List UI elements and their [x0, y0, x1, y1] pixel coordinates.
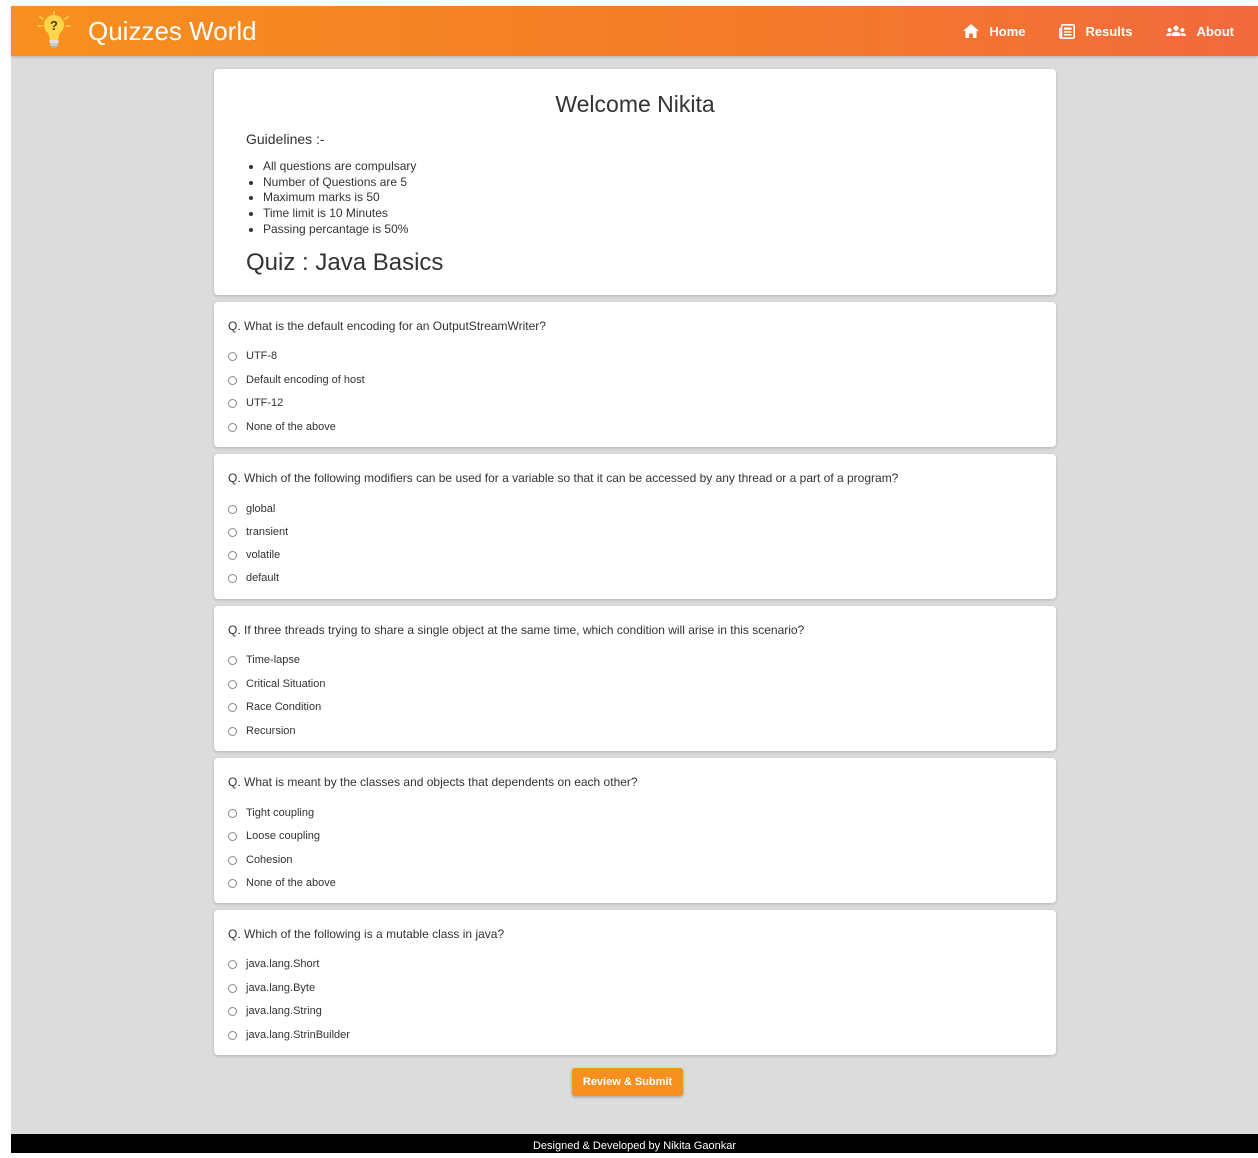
- radio-button[interactable]: [228, 959, 237, 969]
- answer-option[interactable]: None of the above: [228, 877, 336, 889]
- option-label: Cohesion: [246, 854, 293, 866]
- quiz-title: Quiz : Java Basics: [246, 249, 444, 276]
- radio-button[interactable]: [228, 808, 237, 818]
- nav-results[interactable]: Results: [1059, 24, 1132, 39]
- guideline-item: Maximum marks is 50: [263, 190, 416, 206]
- option-label: UTF-12: [246, 397, 284, 409]
- guideline-item: All questions are compulsary: [263, 159, 416, 175]
- answer-option[interactable]: volatile: [228, 549, 280, 561]
- radio-button[interactable]: [228, 983, 237, 993]
- answer-option[interactable]: Tight coupling: [228, 807, 314, 819]
- option-label: java.lang.Byte: [246, 982, 316, 994]
- option-label: None of the above: [246, 421, 336, 433]
- users-icon: [1166, 25, 1187, 36]
- nav-links: Home Results About: [953, 6, 1258, 56]
- footer: Designed & Developed by Nikita Gaonkar: [11, 1134, 1258, 1153]
- question-card: Q. Which of the following is a mutable c…: [214, 910, 1056, 1055]
- option-label: java.lang.Short: [246, 958, 320, 970]
- nav-results-label: Results: [1085, 23, 1133, 39]
- answer-option[interactable]: Default encoding of host: [228, 374, 365, 386]
- nav-home[interactable]: Home: [963, 24, 1025, 39]
- option-label: Default encoding of host: [246, 374, 365, 386]
- option-label: Recursion: [246, 725, 296, 737]
- option-label: Critical Situation: [246, 678, 326, 690]
- guidelines-list: All questions are compulsary Number of Q…: [246, 159, 416, 238]
- guidelines-title: Guidelines :-: [246, 131, 325, 147]
- radio-button[interactable]: [228, 679, 237, 689]
- option-label: UTF-8: [246, 350, 278, 362]
- question-card: Q. What is meant by the classes and obje…: [214, 758, 1056, 903]
- radio-button[interactable]: [228, 878, 237, 888]
- radio-button[interactable]: [228, 375, 237, 385]
- option-label: Time-lapse: [246, 654, 300, 666]
- guideline-item: Number of Questions are 5: [263, 175, 416, 191]
- radio-button[interactable]: [228, 831, 237, 841]
- radio-button[interactable]: [228, 1030, 237, 1040]
- question-text: Q. If three threads trying to share a si…: [228, 623, 805, 637]
- review-submit-button[interactable]: Review & Submit: [572, 1068, 683, 1096]
- brand[interactable]: ? Quizzes World: [37, 11, 257, 51]
- results-icon: [1059, 23, 1076, 39]
- question-card: Q. If three threads trying to share a si…: [214, 606, 1056, 751]
- navbar: ? Quizzes World Home Results About: [11, 6, 1258, 56]
- option-label: transient: [246, 526, 289, 538]
- radio-button[interactable]: [228, 550, 237, 560]
- radio-button[interactable]: [228, 655, 237, 665]
- guideline-item: Passing percantage is 50%: [263, 222, 416, 238]
- answer-option[interactable]: global: [228, 503, 275, 515]
- answer-option[interactable]: java.lang.StrinBuilder: [228, 1029, 350, 1041]
- question-card: Q. Which of the following modifiers can …: [214, 454, 1056, 599]
- answer-option[interactable]: java.lang.Byte: [228, 982, 315, 994]
- radio-button[interactable]: [228, 527, 237, 537]
- answer-option[interactable]: Cohesion: [228, 854, 292, 866]
- answer-option[interactable]: transient: [228, 526, 288, 538]
- answer-option[interactable]: Recursion: [228, 725, 296, 737]
- question-text: Q. What is meant by the classes and obje…: [228, 775, 638, 789]
- question-card: Q. What is the default encoding for an O…: [214, 302, 1056, 447]
- answer-option[interactable]: Time-lapse: [228, 654, 300, 666]
- lightbulb-icon: ?: [37, 11, 71, 48]
- page-frame: ? Quizzes World Home Results About Welco…: [11, 6, 1258, 1153]
- option-label: Loose coupling: [246, 830, 321, 842]
- option-label: Tight coupling: [246, 807, 315, 819]
- nav-home-label: Home: [989, 23, 1026, 39]
- answer-option[interactable]: UTF-8: [228, 350, 277, 362]
- guideline-item: Time limit is 10 Minutes: [263, 206, 416, 222]
- brand-title: Quizzes World: [88, 16, 257, 46]
- answer-option[interactable]: UTF-12: [228, 397, 283, 409]
- option-label: java.lang.StrinBuilder: [246, 1029, 350, 1041]
- question-text: Q. Which of the following is a mutable c…: [228, 927, 505, 941]
- intro-card: Welcome Nikita Guidelines :- All questio…: [214, 69, 1056, 295]
- option-label: Race Condition: [246, 701, 322, 713]
- home-icon: [963, 24, 980, 38]
- answer-option[interactable]: default: [228, 572, 279, 584]
- radio-button[interactable]: [228, 1006, 237, 1016]
- answer-option[interactable]: java.lang.String: [228, 1005, 322, 1017]
- radio-button[interactable]: [228, 573, 237, 583]
- answer-option[interactable]: Race Condition: [228, 701, 321, 713]
- option-label: default: [246, 572, 280, 584]
- option-label: java.lang.String: [246, 1005, 322, 1017]
- radio-button[interactable]: [228, 351, 237, 361]
- radio-button[interactable]: [228, 504, 237, 514]
- radio-button[interactable]: [228, 422, 237, 432]
- option-label: volatile: [246, 549, 281, 561]
- radio-button[interactable]: [228, 398, 237, 408]
- welcome-heading: Welcome Nikita: [555, 91, 715, 117]
- nav-about-label: About: [1196, 23, 1234, 39]
- answer-option[interactable]: java.lang.Short: [228, 958, 319, 970]
- question-text: Q. Which of the following modifiers can …: [228, 471, 899, 485]
- answer-option[interactable]: Loose coupling: [228, 830, 320, 842]
- question-text: Q. What is the default encoding for an O…: [228, 319, 546, 333]
- svg-text:?: ?: [50, 18, 58, 33]
- radio-button[interactable]: [228, 855, 237, 865]
- radio-button[interactable]: [228, 726, 237, 736]
- answer-option[interactable]: None of the above: [228, 421, 336, 433]
- answer-option[interactable]: Critical Situation: [228, 678, 325, 690]
- option-label: global: [246, 503, 276, 515]
- nav-about[interactable]: About: [1166, 24, 1234, 39]
- option-label: None of the above: [246, 877, 336, 889]
- radio-button[interactable]: [228, 702, 237, 712]
